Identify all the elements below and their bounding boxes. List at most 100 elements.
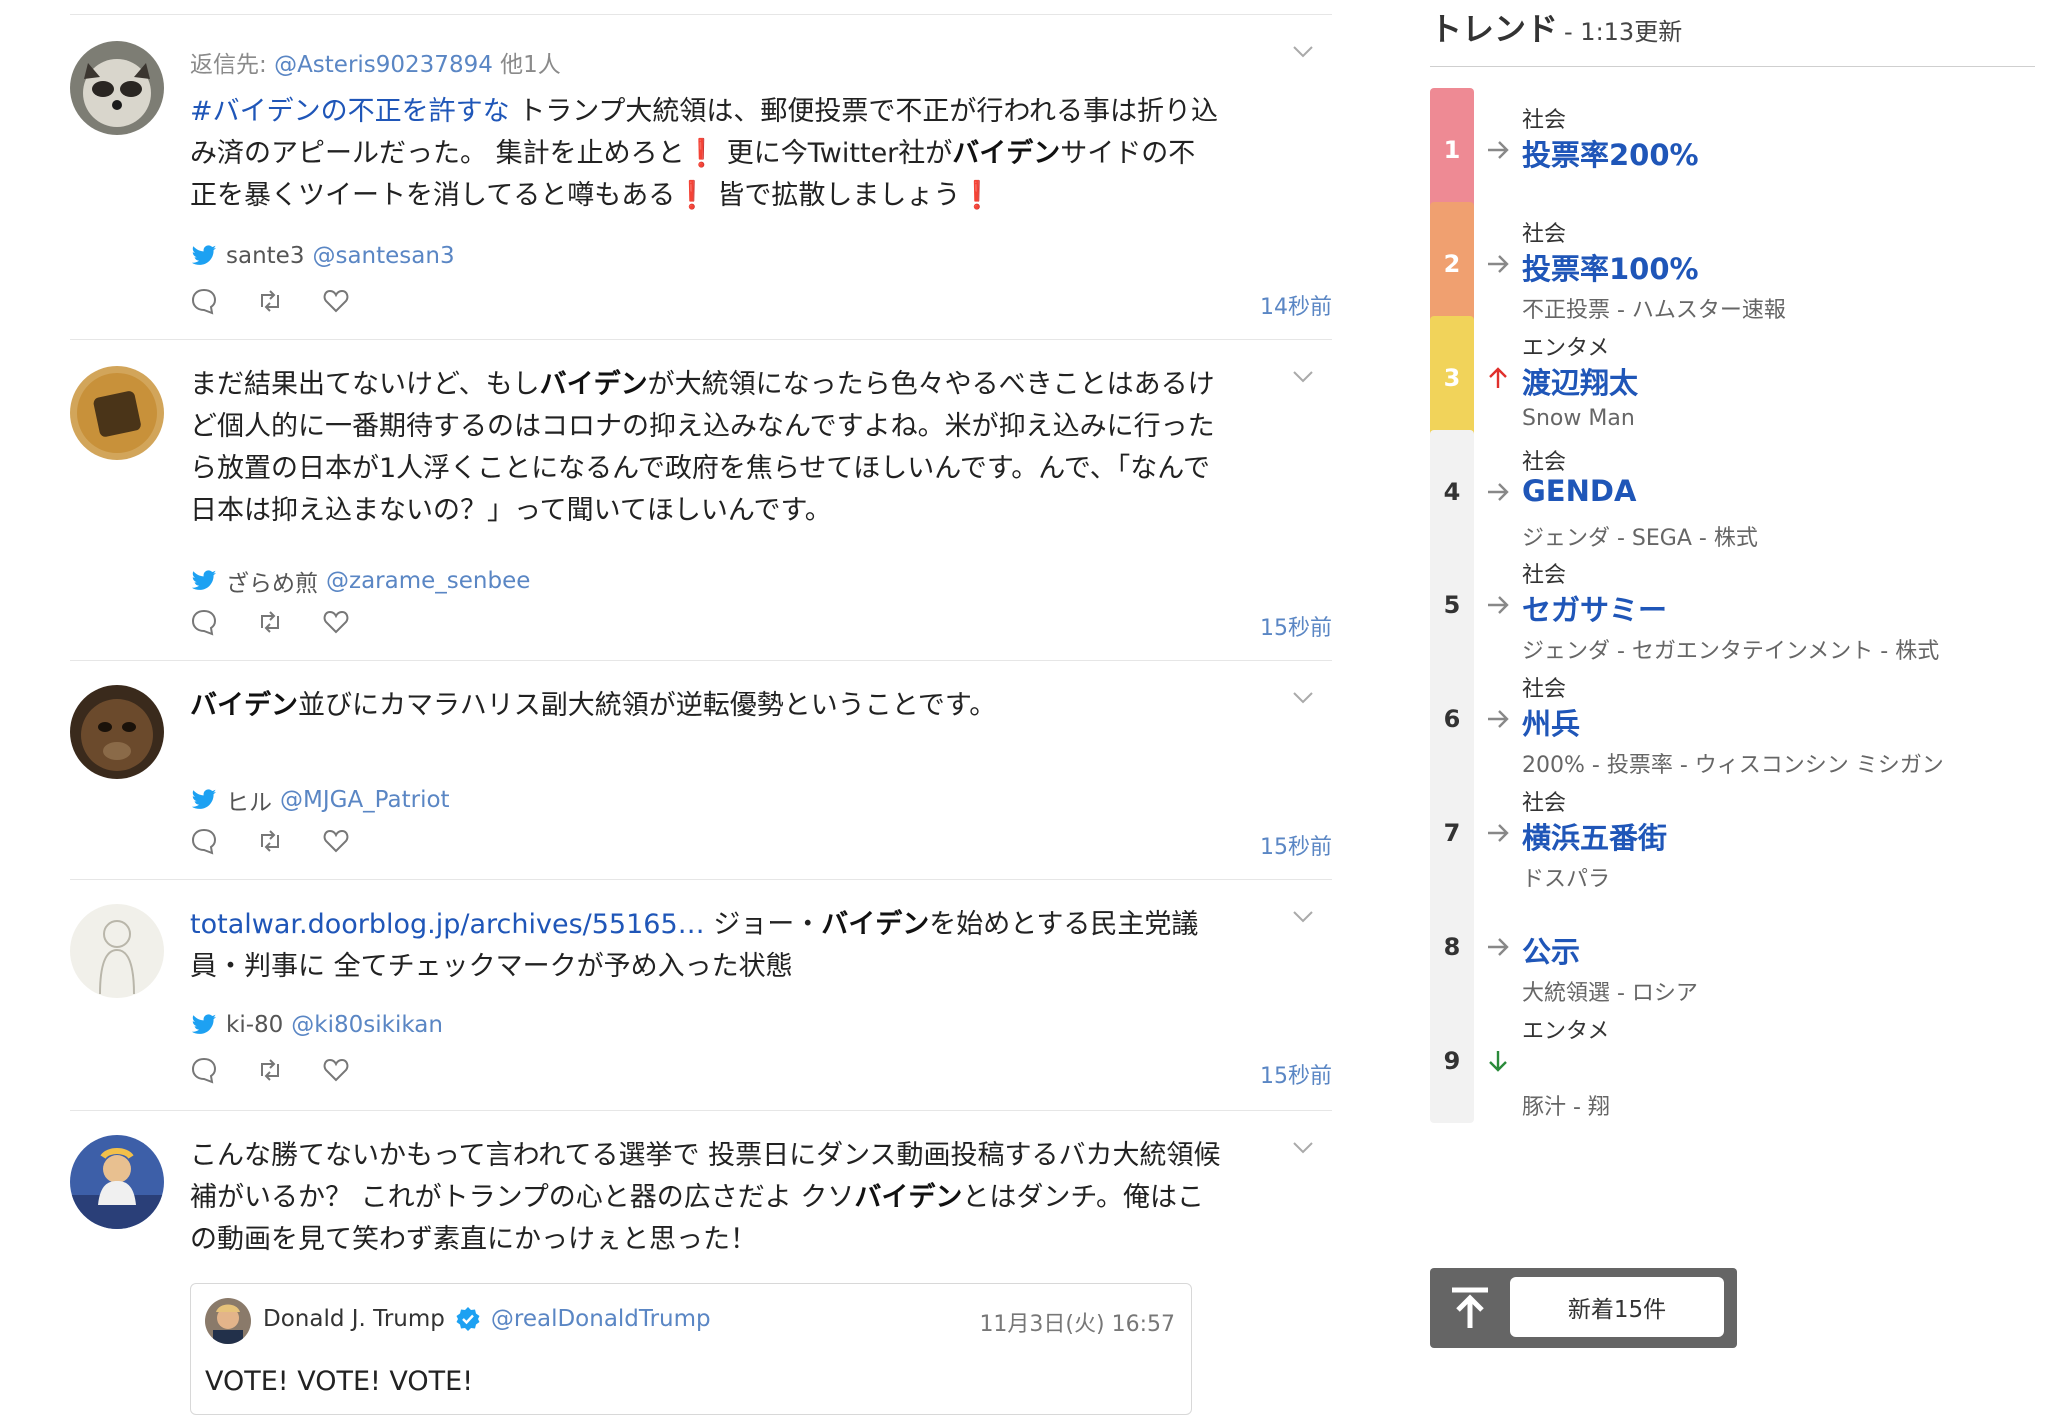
tweet-timestamp[interactable]: 15秒前 (1260, 829, 1332, 861)
quoted-tweet-timestamp: 11月3日(火) 16:57 (979, 1312, 1175, 1337)
tweet-author[interactable]: ヒル @MJGA_Patriot (190, 783, 450, 817)
trend-rank: 4 (1430, 430, 1474, 554)
reply-to: 返信先: @Asteris90237894 他1人 (190, 45, 561, 79)
trend-rank: 6 (1430, 657, 1474, 781)
trend-keyword-link[interactable]: 渡辺翔太 (1522, 360, 1638, 402)
reply-icon[interactable] (190, 827, 218, 855)
trend-rising-arrow-icon (1489, 367, 1507, 388)
highlighted-keyword: バイデン (821, 909, 930, 940)
user-avatar[interactable] (70, 685, 164, 779)
verified-badge-icon (456, 1307, 480, 1331)
trend-keyword-link[interactable]: 投票率200% (1522, 132, 1699, 174)
tweet-author[interactable]: ざらめ煎 @zarame_senbee (190, 564, 530, 598)
trend-keyword-link[interactable]: 公示 (1522, 929, 1580, 971)
trend-rank: 3 (1430, 316, 1474, 440)
author-handle: @MJGA_Patriot (280, 787, 450, 813)
quoted-tweet[interactable]: Donald J. Trump @realDonaldTrump 11月3日(火… (190, 1283, 1192, 1415)
trend-category: 社会 (1522, 677, 1567, 702)
tweet-timestamp[interactable]: 14秒前 (1260, 289, 1332, 321)
tweet: totalwar.doorblog.jp/archives/55165… ジョー… (70, 880, 1332, 1111)
scroll-to-top-icon[interactable] (1448, 1284, 1492, 1332)
trend-steady-arrow-icon (1488, 710, 1509, 728)
trend-item[interactable]: 6 社会 州兵 200% - 投票率 - ウィスコンシン ミシガン (1430, 657, 2030, 785)
author-handle: @ki80sikikan (291, 1012, 443, 1038)
trend-category: エンタメ (1522, 336, 1610, 361)
trend-category: エンタメ (1522, 1019, 1610, 1044)
tweet: こんな勝てないかもって言われてる選挙で 投票日にダンス動画投稿するバカ大統領候補… (70, 1111, 1332, 1415)
tweet-author[interactable]: sante3 @santesan3 (190, 243, 455, 269)
trend-category: 社会 (1522, 450, 1567, 475)
trend-category: 社会 (1522, 563, 1567, 588)
trend-keyword-link[interactable]: GENDA (1522, 474, 1636, 508)
tweet-author[interactable]: ki-80 @ki80sikikan (190, 1012, 443, 1038)
reply-icon[interactable] (190, 1056, 218, 1084)
user-avatar[interactable] (70, 904, 164, 998)
retweet-icon[interactable] (256, 287, 284, 315)
trend-category: 社会 (1522, 108, 1567, 133)
trend-item[interactable]: 3 エンタメ 渡辺翔太 Snow Man (1430, 316, 2030, 444)
trend-rank: 1 (1430, 88, 1474, 212)
highlighted-keyword: バイデン (539, 369, 648, 400)
hashtag-link[interactable]: #バイデンの不正を許すな (190, 96, 510, 127)
trend-related-keywords: 豚汁 - 翔 (1522, 1095, 1610, 1120)
chevron-down-icon[interactable] (1292, 370, 1314, 384)
url-link[interactable]: totalwar.doorblog.jp/archives/55165… (190, 909, 705, 940)
tweet-actions (190, 608, 350, 636)
tweet-text: #バイデンの不正を許すな トランプ大統領は、郵便投票で不正が行われる事は折り込み… (190, 91, 1222, 217)
trend-item[interactable]: 5 社会 セガサミー ジェンダ - セガエンタテインメント - 株式 (1430, 543, 2030, 671)
tweet-text: バイデン並びにカマラハリス副大統領が逆転優勢ということです。 (190, 685, 1222, 727)
trend-item[interactable]: 8 公示 大統領選 - ロシア (1430, 885, 2030, 1013)
reply-icon[interactable] (190, 608, 218, 636)
tweet-feed: 返信先: @Asteris90237894 他1人 #バイデンの不正を許すな ト… (70, 14, 1332, 1415)
chevron-down-icon[interactable] (1292, 691, 1314, 705)
chevron-down-icon[interactable] (1292, 910, 1314, 924)
tweet-text: totalwar.doorblog.jp/archives/55165… ジョー… (190, 904, 1222, 988)
tweet-timestamp[interactable]: 15秒前 (1260, 610, 1332, 642)
reply-icon[interactable] (190, 287, 218, 315)
like-icon[interactable] (322, 287, 350, 315)
trend-steady-arrow-icon (1488, 255, 1509, 273)
tweet-actions (190, 827, 350, 855)
trend-item[interactable]: 4 社会 GENDA ジェンダ - SEGA - 株式 (1430, 430, 2030, 558)
trend-keyword-link[interactable]: 投票率100% (1522, 246, 1699, 288)
author-name: ki-80 (226, 1012, 284, 1038)
text-segment: まだ結果出てないけど、もし (190, 369, 540, 400)
reply-to-more[interactable]: 他1人 (500, 52, 561, 78)
trend-steady-arrow-icon (1488, 938, 1509, 956)
trend-steady-arrow-icon (1488, 824, 1509, 842)
trend-item[interactable]: 1 社会 投票率200% (1430, 88, 2030, 216)
like-icon[interactable] (322, 1056, 350, 1084)
retweet-icon[interactable] (256, 1056, 284, 1084)
trend-item[interactable]: 2 社会 投票率100% 不正投票 - ハムスター速報 (1430, 202, 2030, 330)
trend-keyword-link[interactable]: 横浜五番街 (1522, 815, 1667, 857)
text-segment: 並びにカマラハリス副大統領が逆転優勢ということです。 (298, 690, 997, 721)
trend-keyword-link[interactable]: セガサミー (1522, 587, 1667, 629)
chevron-down-icon[interactable] (1292, 1141, 1314, 1155)
chevron-down-icon[interactable] (1292, 45, 1314, 59)
retweet-icon[interactable] (256, 827, 284, 855)
trend-falling-arrow-icon (1489, 1051, 1507, 1072)
highlighted-keyword: バイデン (854, 1182, 963, 1213)
trends-header: トレンド - 1:13更新 (1430, 4, 1682, 50)
like-icon[interactable] (322, 608, 350, 636)
trends-title: トレンド (1430, 10, 1559, 48)
reply-to-handle[interactable]: @Asteris90237894 (274, 52, 493, 78)
trends-panel: トレンド - 1:13更新 1 社会 投票率200% 2 社会 投票率100% 不正投票 - … (1430, 0, 2047, 1380)
reply-to-label: 返信先: (190, 52, 267, 78)
like-icon[interactable] (322, 827, 350, 855)
author-handle: @zarame_senbee (326, 568, 531, 594)
trend-item[interactable]: 7 社会 横浜五番街 ドスパラ (1430, 771, 2030, 899)
retweet-icon[interactable] (256, 608, 284, 636)
quoted-author-handle: @realDonaldTrump (490, 1306, 711, 1332)
tweet-text: まだ結果出てないけど、もしバイデンが大統領になったら色々やるべきことはあるけど個… (190, 364, 1222, 532)
user-avatar[interactable] (70, 1135, 164, 1229)
user-avatar[interactable] (70, 366, 164, 460)
tweet: まだ結果出てないけど、もしバイデンが大統領になったら色々やるべきことはあるけど個… (70, 340, 1332, 661)
tweet-timestamp[interactable]: 15秒前 (1260, 1058, 1332, 1090)
new-tweets-button[interactable]: 新着15件 (1510, 1277, 1724, 1337)
twitter-bird-icon (191, 570, 217, 590)
trend-item[interactable]: 9 エンタメ 豚汁 - 翔 (1430, 999, 2030, 1127)
trend-keyword-link[interactable]: 州兵 (1522, 701, 1580, 743)
author-handle: @santesan3 (312, 243, 455, 269)
user-avatar[interactable] (70, 41, 164, 135)
